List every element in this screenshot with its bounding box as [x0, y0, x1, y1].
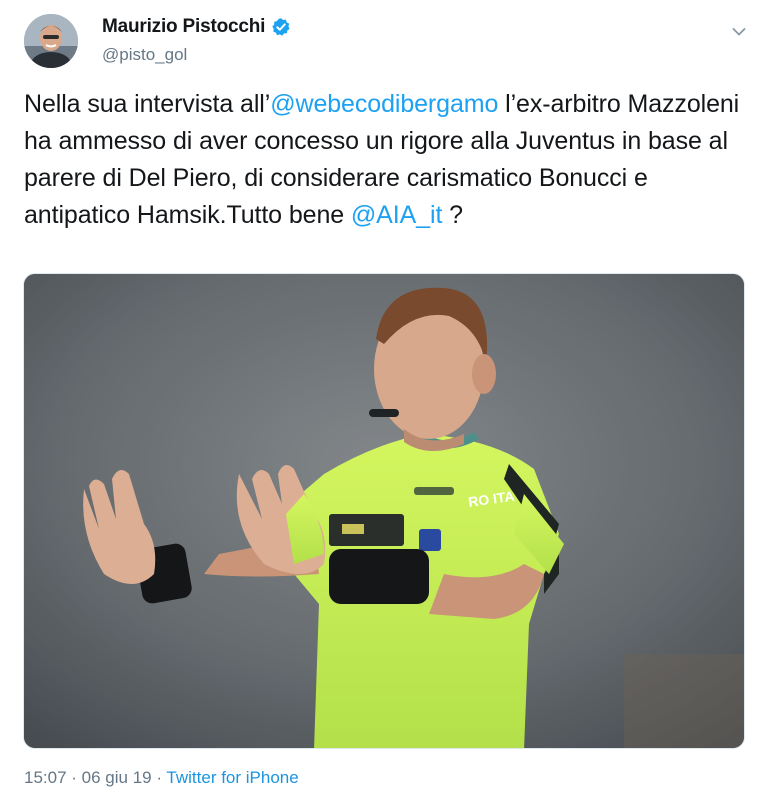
author-handle[interactable]: @pisto_gol — [102, 45, 187, 65]
tweet-text-part: Nella sua intervista all’ — [24, 90, 271, 118]
chevron-down-icon[interactable] — [732, 24, 746, 36]
tweet-meta: 15:07 · 06 giu 19 · Twitter for iPhone — [24, 768, 299, 788]
tweet-text-part: ? — [442, 201, 463, 229]
tweet-time[interactable]: 15:07 — [24, 768, 67, 787]
tweet-date[interactable]: 06 giu 19 — [82, 768, 152, 787]
mention-link[interactable]: @AIA_it — [351, 201, 442, 229]
meta-separator: · — [66, 768, 82, 787]
verified-badge-icon — [271, 17, 291, 37]
author-name-row[interactable]: Maurizio Pistocchi — [102, 16, 291, 38]
tweet-source-link[interactable]: Twitter for iPhone — [166, 768, 298, 787]
tweet-card: Maurizio Pistocchi @pisto_gol Nella sua … — [0, 0, 764, 800]
mention-link[interactable]: @webecodibergamo — [270, 90, 498, 118]
avatar[interactable] — [24, 14, 78, 68]
tweet-text: Nella sua intervista all’@webecodibergam… — [24, 86, 744, 234]
meta-separator: · — [151, 768, 167, 787]
tweet-photo[interactable]: RO ITA — [23, 273, 745, 749]
author-display-name[interactable]: Maurizio Pistocchi — [102, 16, 265, 38]
referee-photo: RO ITA — [24, 274, 744, 748]
